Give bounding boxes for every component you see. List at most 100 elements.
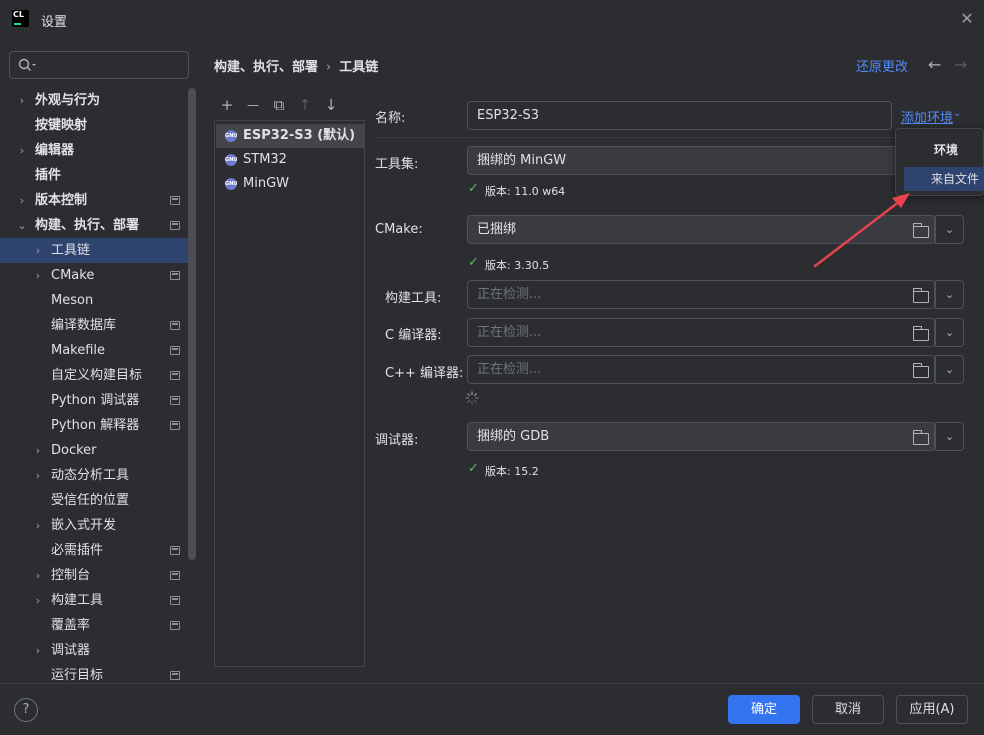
sidebar-item[interactable]: › 版本控制 (0, 188, 196, 213)
remove-toolchain-button[interactable]: — (244, 96, 262, 114)
forward-arrow-icon[interactable]: → (954, 55, 967, 74)
debugger-dropdown-button[interactable]: ⌄ (935, 422, 964, 451)
cpp-compiler-field[interactable]: 正在检测... (467, 355, 935, 384)
close-icon[interactable]: ✕ (958, 10, 976, 28)
folder-icon[interactable] (912, 326, 929, 341)
move-up-button[interactable]: ↑ (296, 96, 314, 114)
cmake-version: 版本: 3.30.5 (485, 259, 550, 272)
sidebar-item[interactable]: › 工具链 (0, 238, 196, 263)
debugger-label: 调试器: (375, 433, 419, 448)
chevron-down-icon[interactable]: ⌄ (16, 213, 28, 238)
sidebar-item[interactable]: 插件 (0, 163, 196, 188)
check-icon: ✓ (468, 181, 479, 196)
project-scope-icon (170, 396, 180, 405)
sidebar-item[interactable]: › 控制台 (0, 563, 196, 588)
project-scope-icon (170, 621, 180, 630)
project-scope-icon (170, 571, 180, 580)
breadcrumb-separator: › (326, 60, 332, 75)
folder-icon[interactable] (912, 363, 929, 378)
toolchain-label: ESP32-S3 (默认) (243, 128, 356, 143)
build-tool-field[interactable]: 正在检测... (467, 280, 935, 309)
sidebar-item[interactable]: › 外观与行为 (0, 88, 196, 113)
app-logo-icon: CL (12, 10, 29, 27)
copy-toolchain-button[interactable]: ⧉ (270, 96, 288, 114)
folder-icon[interactable] (912, 430, 929, 445)
apply-button[interactable]: 应用(A) (896, 695, 968, 724)
sidebar-item[interactable]: › 调试器 (0, 638, 196, 663)
toolchain-item-stm32[interactable]: GNU STM32 (216, 148, 364, 172)
sidebar-item-label: 编译数据库 (51, 318, 117, 333)
toolchain-item-esp32-s3[interactable]: GNU ESP32-S3 (默认) (216, 124, 364, 148)
project-scope-icon (170, 346, 180, 355)
sidebar-item[interactable]: 自定义构建目标 (0, 363, 196, 388)
chevron-right-icon[interactable]: › (16, 88, 28, 113)
chevron-right-icon[interactable]: › (32, 463, 44, 488)
sidebar-item[interactable]: Makefile (0, 338, 196, 363)
chevron-right-icon[interactable]: › (32, 438, 44, 463)
sidebar-item[interactable]: Python 解释器 (0, 413, 196, 438)
sidebar-item[interactable]: ⌄ 构建、执行、部署 (0, 213, 196, 238)
cpp-compiler-dropdown-button[interactable]: ⌄ (935, 355, 964, 384)
project-scope-icon (170, 671, 180, 680)
toolchain-item-mingw[interactable]: GNU MinGW (216, 172, 364, 196)
breadcrumb-parent[interactable]: 构建、执行、部署 (214, 60, 318, 75)
gnu-icon: GNU (225, 130, 237, 142)
sidebar-item-label: 版本控制 (35, 193, 88, 208)
name-label: 名称: (375, 111, 406, 126)
reset-changes-link[interactable]: 还原更改 (856, 56, 908, 75)
sidebar-item[interactable]: › 动态分析工具 (0, 463, 196, 488)
chevron-right-icon[interactable]: › (32, 238, 44, 263)
toolchain-label: STM32 (243, 152, 287, 167)
cancel-button[interactable]: 取消 (812, 695, 884, 724)
add-toolchain-button[interactable]: + (218, 96, 236, 114)
project-scope-icon (170, 421, 180, 430)
build-tool-dropdown-button[interactable]: ⌄ (935, 280, 964, 309)
sidebar-item[interactable]: › Docker (0, 438, 196, 463)
sidebar-item[interactable]: Python 调试器 (0, 388, 196, 413)
sidebar-item[interactable]: › 嵌入式开发 (0, 513, 196, 538)
sidebar-item[interactable]: Meson (0, 288, 196, 313)
chevron-right-icon[interactable]: › (16, 138, 28, 163)
breadcrumb: 构建、执行、部署 › 工具链 (214, 56, 378, 75)
name-field[interactable]: ESP32-S3 (467, 101, 892, 130)
chevron-right-icon[interactable]: › (16, 188, 28, 213)
scrollbar[interactable] (188, 88, 196, 560)
search-input[interactable] (9, 51, 189, 79)
c-compiler-field[interactable]: 正在检测... (467, 318, 935, 347)
chevron-right-icon[interactable]: › (32, 563, 44, 588)
c-compiler-dropdown-button[interactable]: ⌄ (935, 318, 964, 347)
sidebar-item[interactable]: › CMake (0, 263, 196, 288)
sidebar-item[interactable]: › 构建工具 (0, 588, 196, 613)
help-button[interactable]: ? (14, 698, 38, 722)
debugger-select[interactable]: 捆绑的 GDB (467, 422, 935, 451)
sidebar-item-label: 自定义构建目标 (51, 368, 143, 383)
chevron-right-icon[interactable]: › (32, 263, 44, 288)
chevron-down-icon[interactable]: ⌄ (953, 108, 961, 119)
sidebar-item[interactable]: 运行目标 (0, 663, 196, 688)
sidebar-item[interactable]: 编译数据库 (0, 313, 196, 338)
sidebar-item[interactable]: 必需插件 (0, 538, 196, 563)
sidebar-item-label: 编辑器 (35, 143, 75, 158)
sidebar-item[interactable]: 受信任的位置 (0, 488, 196, 513)
cmake-dropdown-button[interactable]: ⌄ (935, 215, 964, 244)
toolset-select[interactable]: 捆绑的 MinGW (467, 146, 907, 175)
chevron-right-icon[interactable]: › (32, 588, 44, 613)
chevron-right-icon[interactable]: › (32, 513, 44, 538)
project-scope-icon (170, 271, 180, 280)
back-arrow-icon[interactable]: ← (928, 55, 941, 74)
project-scope-icon (170, 596, 180, 605)
sidebar-item[interactable]: 按键映射 (0, 113, 196, 138)
add-environment-link[interactable]: 添加环境 (901, 107, 953, 126)
sidebar-item-label: 受信任的位置 (51, 493, 130, 508)
toolchain-label: MinGW (243, 176, 289, 191)
ok-button[interactable]: 确定 (728, 695, 800, 724)
sidebar-item[interactable]: › 编辑器 (0, 138, 196, 163)
folder-icon[interactable] (912, 288, 929, 303)
sidebar-item[interactable]: 覆盖率 (0, 613, 196, 638)
chevron-right-icon[interactable]: › (32, 638, 44, 663)
move-down-button[interactable]: ↓ (322, 96, 340, 114)
sidebar-item-label: Python 解释器 (51, 418, 140, 433)
sidebar-item-label: 插件 (35, 168, 62, 183)
sidebar-item-label: Makefile (51, 343, 106, 358)
sidebar-item-label: 运行目标 (51, 668, 104, 683)
